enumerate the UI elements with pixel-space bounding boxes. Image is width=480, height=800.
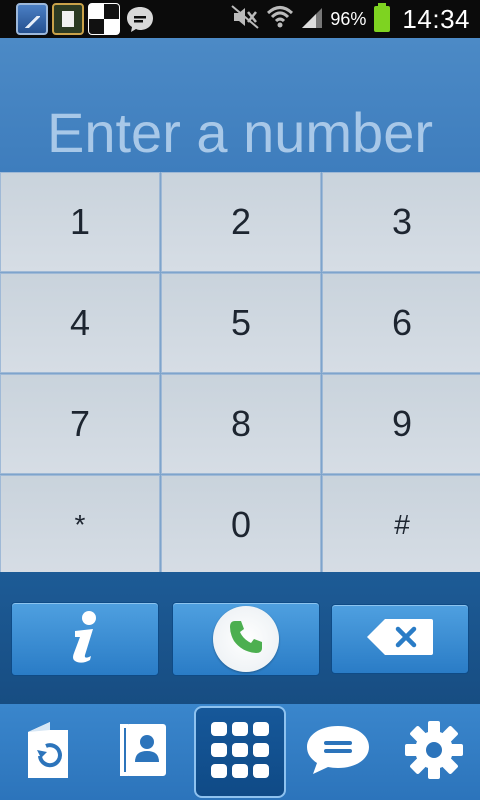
mute-icon [230,4,260,35]
battery-percentage: 96% [330,8,367,29]
nav-recent-calls[interactable] [10,704,86,800]
wifi-icon [266,4,294,35]
nav-dialpad[interactable] [194,706,286,798]
clock: 14:34 [402,3,470,34]
phone-number-placeholder: Enter a number [47,101,433,164]
key-star[interactable]: * [0,475,160,575]
nav-messages[interactable] [300,704,376,800]
backspace-icon [365,617,435,662]
system-icons: 96% 14:34 [230,0,470,38]
key-0[interactable]: 0 [161,475,321,575]
status-bar: 96% 14:34 [0,0,480,38]
key-2[interactable]: 2 [161,172,321,272]
key-4[interactable]: 4 [0,273,160,373]
key-8[interactable]: 8 [161,374,321,474]
running-app-icon [52,3,84,35]
recent-calls-icon [20,720,76,785]
key-3[interactable]: 3 [322,172,480,272]
action-bar [0,572,480,704]
notification-icons [16,3,156,35]
nav-contacts[interactable] [104,704,180,800]
phone-number-input[interactable]: Enter a number [0,98,480,168]
key-9[interactable]: 9 [322,374,480,474]
nav-dialpad-selected [194,706,286,798]
call-circle [213,606,279,672]
call-button[interactable] [172,602,320,676]
number-display: Enter a number [0,38,480,172]
chess-app-icon [88,3,120,35]
dial-keypad: 1 2 3 4 5 6 7 8 9 * 0 # [0,172,480,575]
phone-icon [226,617,266,662]
bottom-navigation [0,704,480,800]
gallery-icon [16,3,48,35]
key-6[interactable]: 6 [322,273,480,373]
key-1[interactable]: 1 [0,172,160,272]
backspace-button[interactable] [331,604,469,674]
contacts-icon [114,720,170,785]
dialpad-icon [211,721,269,783]
nav-settings[interactable] [396,704,472,800]
key-5[interactable]: 5 [161,273,321,373]
signal-icon [300,4,324,35]
battery-icon [374,3,391,32]
key-7[interactable]: 7 [0,374,160,474]
chat-icon [124,3,156,35]
key-hash[interactable]: # [322,475,480,575]
messages-icon [304,722,372,783]
settings-icon [404,720,464,785]
info-button[interactable] [11,602,159,676]
info-icon [65,609,105,670]
